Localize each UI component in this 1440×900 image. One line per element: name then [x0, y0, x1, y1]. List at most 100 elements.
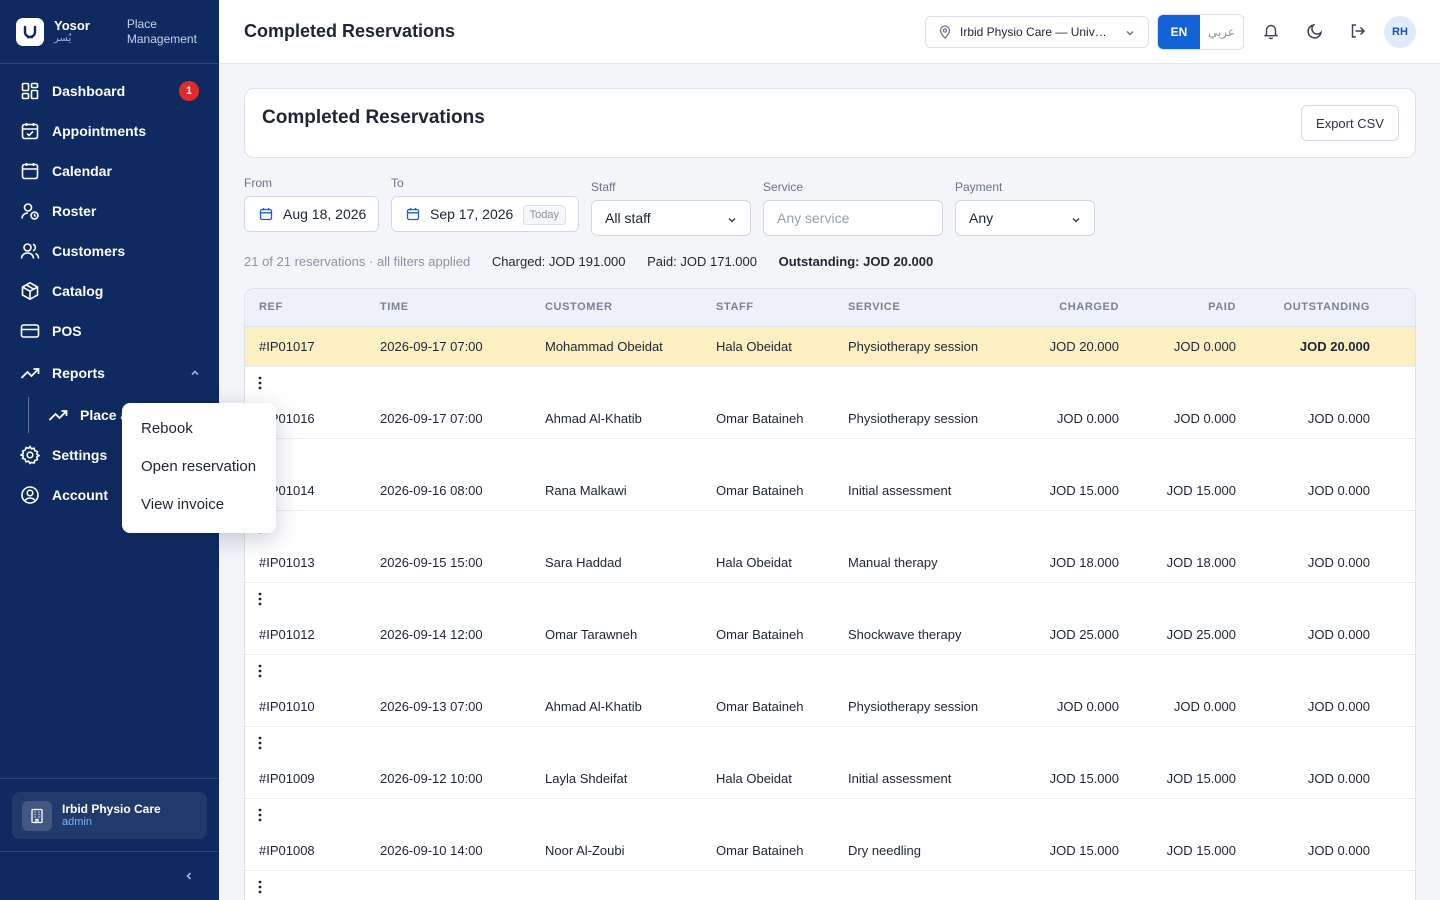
sidebar-item-label: Calendar: [52, 163, 112, 179]
table-row[interactable]: #IP01013 2026-09-15 15:00 Sara Haddad Hala …: [245, 543, 1415, 583]
cell-service: Manual therapy: [848, 555, 938, 570]
top-header: Completed Reservations Irbid Physio Care…: [219, 0, 1440, 64]
table-row[interactable]: #IP01016 2026-09-17 07:00 Ahmad Al-Khatib O…: [245, 399, 1415, 439]
service-input[interactable]: Any service: [763, 200, 943, 236]
column-header[interactable]: REF: [259, 301, 283, 313]
sidebar-item-label: Dashboard: [52, 83, 126, 99]
cell-customer: Omar Tarawneh: [545, 627, 638, 642]
sidebar-item-reports[interactable]: Reports: [0, 353, 219, 393]
service-placeholder: Any service: [777, 210, 850, 226]
collapse-sidebar-button[interactable]: [0, 852, 219, 900]
row-actions-button[interactable]: [245, 367, 1415, 399]
row-actions-button[interactable]: [245, 583, 1415, 615]
column-header[interactable]: CHARGED: [1059, 301, 1119, 313]
to-label: To: [391, 176, 404, 190]
cell-service: Dry needling: [848, 843, 921, 858]
cell-ref: #IP01012: [259, 627, 315, 642]
cell-customer: Sara Haddad: [545, 555, 622, 570]
sidebar-item-customers[interactable]: Customers: [0, 231, 219, 271]
payment-label: Payment: [955, 180, 1003, 194]
sidebar-item-pos[interactable]: POS: [0, 311, 219, 351]
lang-en-button[interactable]: EN: [1158, 15, 1200, 49]
column-header[interactable]: STAFF: [716, 301, 754, 313]
brand[interactable]: Yosor يُسر Place Management: [0, 0, 219, 64]
cell-time: 2026-09-17 07:00: [380, 411, 483, 426]
result-count: 21 of 21 reservations · all filters appl…: [244, 254, 471, 269]
chevron-left-icon: [186, 872, 192, 880]
table-row[interactable]: #IP01017 2026-09-17 07:00 Mohammad Obeidat…: [245, 327, 1415, 367]
cell-charged: JOD 0.000: [1056, 699, 1119, 714]
cell-staff: Hala Obeidat: [716, 555, 792, 570]
sidebar-item-label: POS: [52, 323, 82, 339]
cell-charged: JOD 18.000: [1049, 555, 1119, 570]
staff-select[interactable]: All staff: [591, 200, 751, 236]
package-icon: [21, 281, 39, 301]
service-label: Service: [763, 180, 804, 194]
more-vertical-icon: [258, 880, 262, 894]
cell-paid: JOD 15.000: [1166, 483, 1236, 498]
cell-paid: JOD 25.000: [1166, 627, 1236, 642]
row-actions-button[interactable]: [245, 511, 1415, 543]
cell-service: Shockwave therapy: [848, 627, 962, 642]
column-header[interactable]: SERVICE: [848, 301, 900, 313]
table-row[interactable]: #IP01009 2026-09-12 10:00 Layla Shdeifat Ha…: [245, 759, 1415, 799]
card-title: Completed Reservations: [262, 107, 485, 128]
cell-paid: JOD 0.000: [1173, 339, 1236, 354]
sidebar-item-appointments[interactable]: Appointments: [0, 111, 219, 151]
table-row[interactable]: #IP01010 2026-09-13 07:00 Ahmad Al-Khatib O…: [245, 687, 1415, 727]
payment-select[interactable]: Any: [955, 200, 1095, 236]
cell-customer: Ahmad Al-Khatib: [545, 411, 642, 426]
row-actions-button[interactable]: [245, 439, 1415, 471]
row-actions-button[interactable]: [245, 655, 1415, 687]
rebook-menu-item[interactable]: Rebook: [122, 409, 276, 447]
chevron-up-icon[interactable]: [189, 367, 201, 379]
cell-service: Initial assessment: [848, 771, 952, 786]
from-date-field[interactable]: Aug 18, 2026: [244, 196, 379, 232]
more-vertical-icon: [258, 736, 262, 750]
cell-ref: #IP01008: [259, 843, 315, 858]
column-header[interactable]: CUSTOMER: [545, 301, 613, 313]
summary-bar: 21 of 21 reservations · all filters appl…: [244, 254, 951, 269]
bell-icon[interactable]: [1262, 22, 1280, 40]
table-row[interactable]: #IP01012 2026-09-14 12:00 Omar Tarawneh Oma…: [245, 615, 1415, 655]
brand-name-ar: يُسر: [54, 33, 72, 44]
sidebar-item-dashboard[interactable]: Dashboard 1: [0, 71, 219, 111]
logout-icon[interactable]: [1349, 22, 1367, 40]
cell-charged: JOD 15.000: [1049, 843, 1119, 858]
column-header[interactable]: PAID: [1208, 301, 1236, 313]
chevron-down-icon: [1072, 217, 1080, 223]
sidebar-item-catalog[interactable]: Catalog: [0, 271, 219, 311]
column-header[interactable]: TIME: [380, 301, 409, 313]
view-invoice-menu-item[interactable]: View invoice: [122, 485, 276, 523]
row-actions-button[interactable]: [245, 799, 1415, 831]
open-reservation-menu-item[interactable]: Open reservation: [122, 447, 276, 485]
org-role: admin: [62, 816, 92, 829]
today-button[interactable]: Today: [522, 205, 566, 225]
table-row[interactable]: #IP01014 2026-09-16 08:00 Rana Malkawi Omar…: [245, 471, 1415, 511]
cell-outstanding: JOD 0.000: [1307, 627, 1370, 642]
cell-staff: Hala Obeidat: [716, 339, 792, 354]
column-header[interactable]: OUTSTANDING: [1284, 301, 1370, 313]
trending-up-icon: [48, 410, 68, 421]
row-actions-menu: Rebook Open reservation View invoice: [122, 403, 276, 533]
row-actions-button[interactable]: [245, 727, 1415, 759]
lang-ar-button[interactable]: عربي: [1200, 15, 1243, 49]
cell-customer: Ahmad Al-Khatib: [545, 699, 642, 714]
cell-ref: #IP01009: [259, 771, 315, 786]
paid-total: Paid: JOD 171.000: [647, 254, 757, 269]
export-csv-button[interactable]: Export CSV: [1301, 105, 1399, 141]
sidebar-item-roster[interactable]: Roster: [0, 191, 219, 231]
cell-time: 2026-09-15 15:00: [380, 555, 483, 570]
table-row[interactable]: #IP01008 2026-09-10 14:00 Noor Al-Zoubi Oma…: [245, 831, 1415, 871]
cell-ref: #IP01010: [259, 699, 315, 714]
to-date-field[interactable]: Sep 17, 2026 Today: [391, 196, 579, 232]
charged-total: Charged: JOD 191.000: [491, 254, 626, 269]
sidebar-item-calendar[interactable]: Calendar: [0, 151, 219, 191]
row-actions-button[interactable]: [245, 871, 1415, 900]
cell-paid: JOD 0.000: [1173, 699, 1236, 714]
org-switcher[interactable]: Irbid Physio Care admin: [12, 792, 207, 839]
moon-icon[interactable]: [1306, 22, 1324, 40]
location-select[interactable]: Irbid Physio Care — University Street: [925, 16, 1149, 48]
avatar[interactable]: RH: [1384, 16, 1416, 48]
cell-outstanding: JOD 20.000: [1299, 339, 1370, 354]
